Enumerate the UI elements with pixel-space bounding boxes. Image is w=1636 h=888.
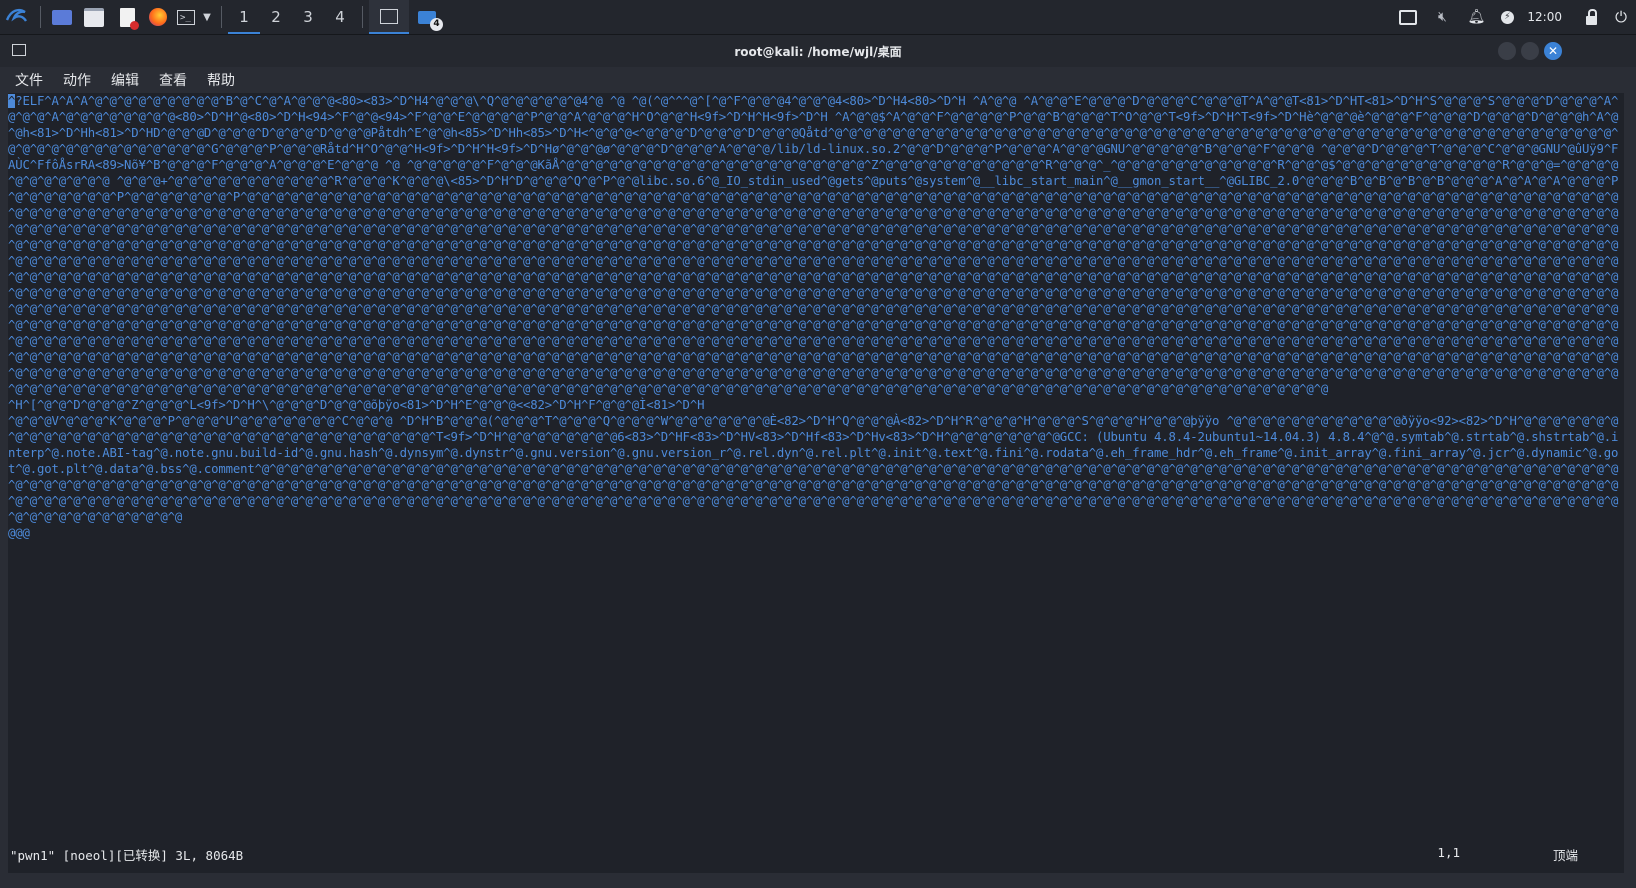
dump-null-fill: ^@^@^@^@^@^@^@^@^@^@^@^@^@^@^@^@^@^@^@^@… bbox=[8, 206, 1619, 396]
workspace-2[interactable]: 2 bbox=[260, 0, 292, 34]
close-button[interactable]: ✕ bbox=[1544, 42, 1562, 60]
window-title: root@kali: /home/wjl/桌面 bbox=[734, 45, 902, 59]
system-tray: 🔇︎ 🔔︎ ⚡ 12:00 ⏻ bbox=[1391, 0, 1636, 34]
display-icon[interactable] bbox=[1391, 0, 1425, 34]
workspace-1[interactable]: 1 bbox=[228, 0, 260, 34]
terminal-window-icon[interactable] bbox=[369, 0, 409, 34]
dump-tail-line-1: ^H^[^@^@^D^@^@^@^Z^@^@^@^L<9f>^D^H^\^@^@… bbox=[8, 398, 705, 412]
menu-action[interactable]: 动作 bbox=[63, 70, 91, 90]
mute-icon[interactable]: 🔇︎ bbox=[1425, 0, 1459, 34]
clock[interactable]: 12:00 bbox=[1527, 10, 1562, 24]
kali-menu-icon[interactable] bbox=[0, 0, 34, 34]
menu-file[interactable]: 文件 bbox=[15, 70, 43, 90]
window-count-badge: 4 bbox=[430, 18, 443, 31]
file-manager-icon[interactable] bbox=[77, 0, 111, 34]
binary-dump: ^?ELF^A^A^A^@^@^@^@^@^@^@^@^@^B^@^C^@^A^… bbox=[8, 93, 1624, 541]
menu-edit[interactable]: 编辑 bbox=[111, 70, 139, 90]
minimize-button[interactable] bbox=[1498, 42, 1516, 60]
menu-help[interactable]: 帮助 bbox=[207, 70, 235, 90]
scroll-position: 顶端 bbox=[1552, 848, 1578, 863]
menu-bar: 文件 动作 编辑 查看 帮助 bbox=[0, 67, 1636, 93]
text-editor-icon[interactable] bbox=[111, 0, 143, 34]
logout-icon[interactable]: ⏻ bbox=[1606, 0, 1636, 34]
bell-icon[interactable]: 🔔︎ bbox=[1459, 0, 1493, 34]
desktop-icon[interactable] bbox=[47, 0, 77, 34]
dump-tail-line-2: ^@^@^@V^@^@^@^K^@^@^@^P^@^@^@^U^@^@^@^@^… bbox=[8, 414, 1619, 524]
file-info: "pwn1" [noeol][已转换] 3L, 8064B bbox=[10, 848, 244, 863]
terminal-window: root@kali: /home/wjl/桌面 ✕ 文件 动作 编辑 查看 帮助… bbox=[0, 35, 1636, 888]
firefox-icon[interactable] bbox=[143, 0, 173, 34]
dump-last-line: @@@ bbox=[8, 526, 30, 540]
lock-icon[interactable] bbox=[1576, 0, 1606, 34]
top-panel: >_ ▼ 1 2 3 4 4 🔇︎ 🔔︎ ⚡ 12:00 ⏻ bbox=[0, 0, 1636, 35]
workspace-4[interactable]: 4 bbox=[324, 0, 356, 34]
menu-view[interactable]: 查看 bbox=[159, 70, 187, 90]
power-icon[interactable]: ⚡ bbox=[1493, 0, 1521, 34]
maximize-button[interactable] bbox=[1521, 42, 1539, 60]
vim-status-line: "pwn1" [noeol][已转换] 3L, 8064B 1,1 顶端 bbox=[10, 845, 1630, 863]
terminal-content[interactable]: ^?ELF^A^A^A^@^@^@^@^@^@^@^@^@^B^@^C^@^A^… bbox=[8, 93, 1624, 873]
dump-head: ?ELF^A^A^A^@^@^@^@^@^@^@^@^@^B^@^C^@^A^@… bbox=[8, 94, 1619, 220]
folder-window-icon[interactable]: 4 bbox=[409, 0, 445, 34]
title-bar[interactable]: root@kali: /home/wjl/桌面 ✕ bbox=[0, 35, 1636, 67]
chevron-down-icon[interactable]: ▼ bbox=[199, 0, 215, 34]
cursor-position: 1,1 bbox=[1437, 845, 1460, 860]
terminal-icon[interactable]: >_ bbox=[173, 0, 199, 34]
workspace-3[interactable]: 3 bbox=[292, 0, 324, 34]
